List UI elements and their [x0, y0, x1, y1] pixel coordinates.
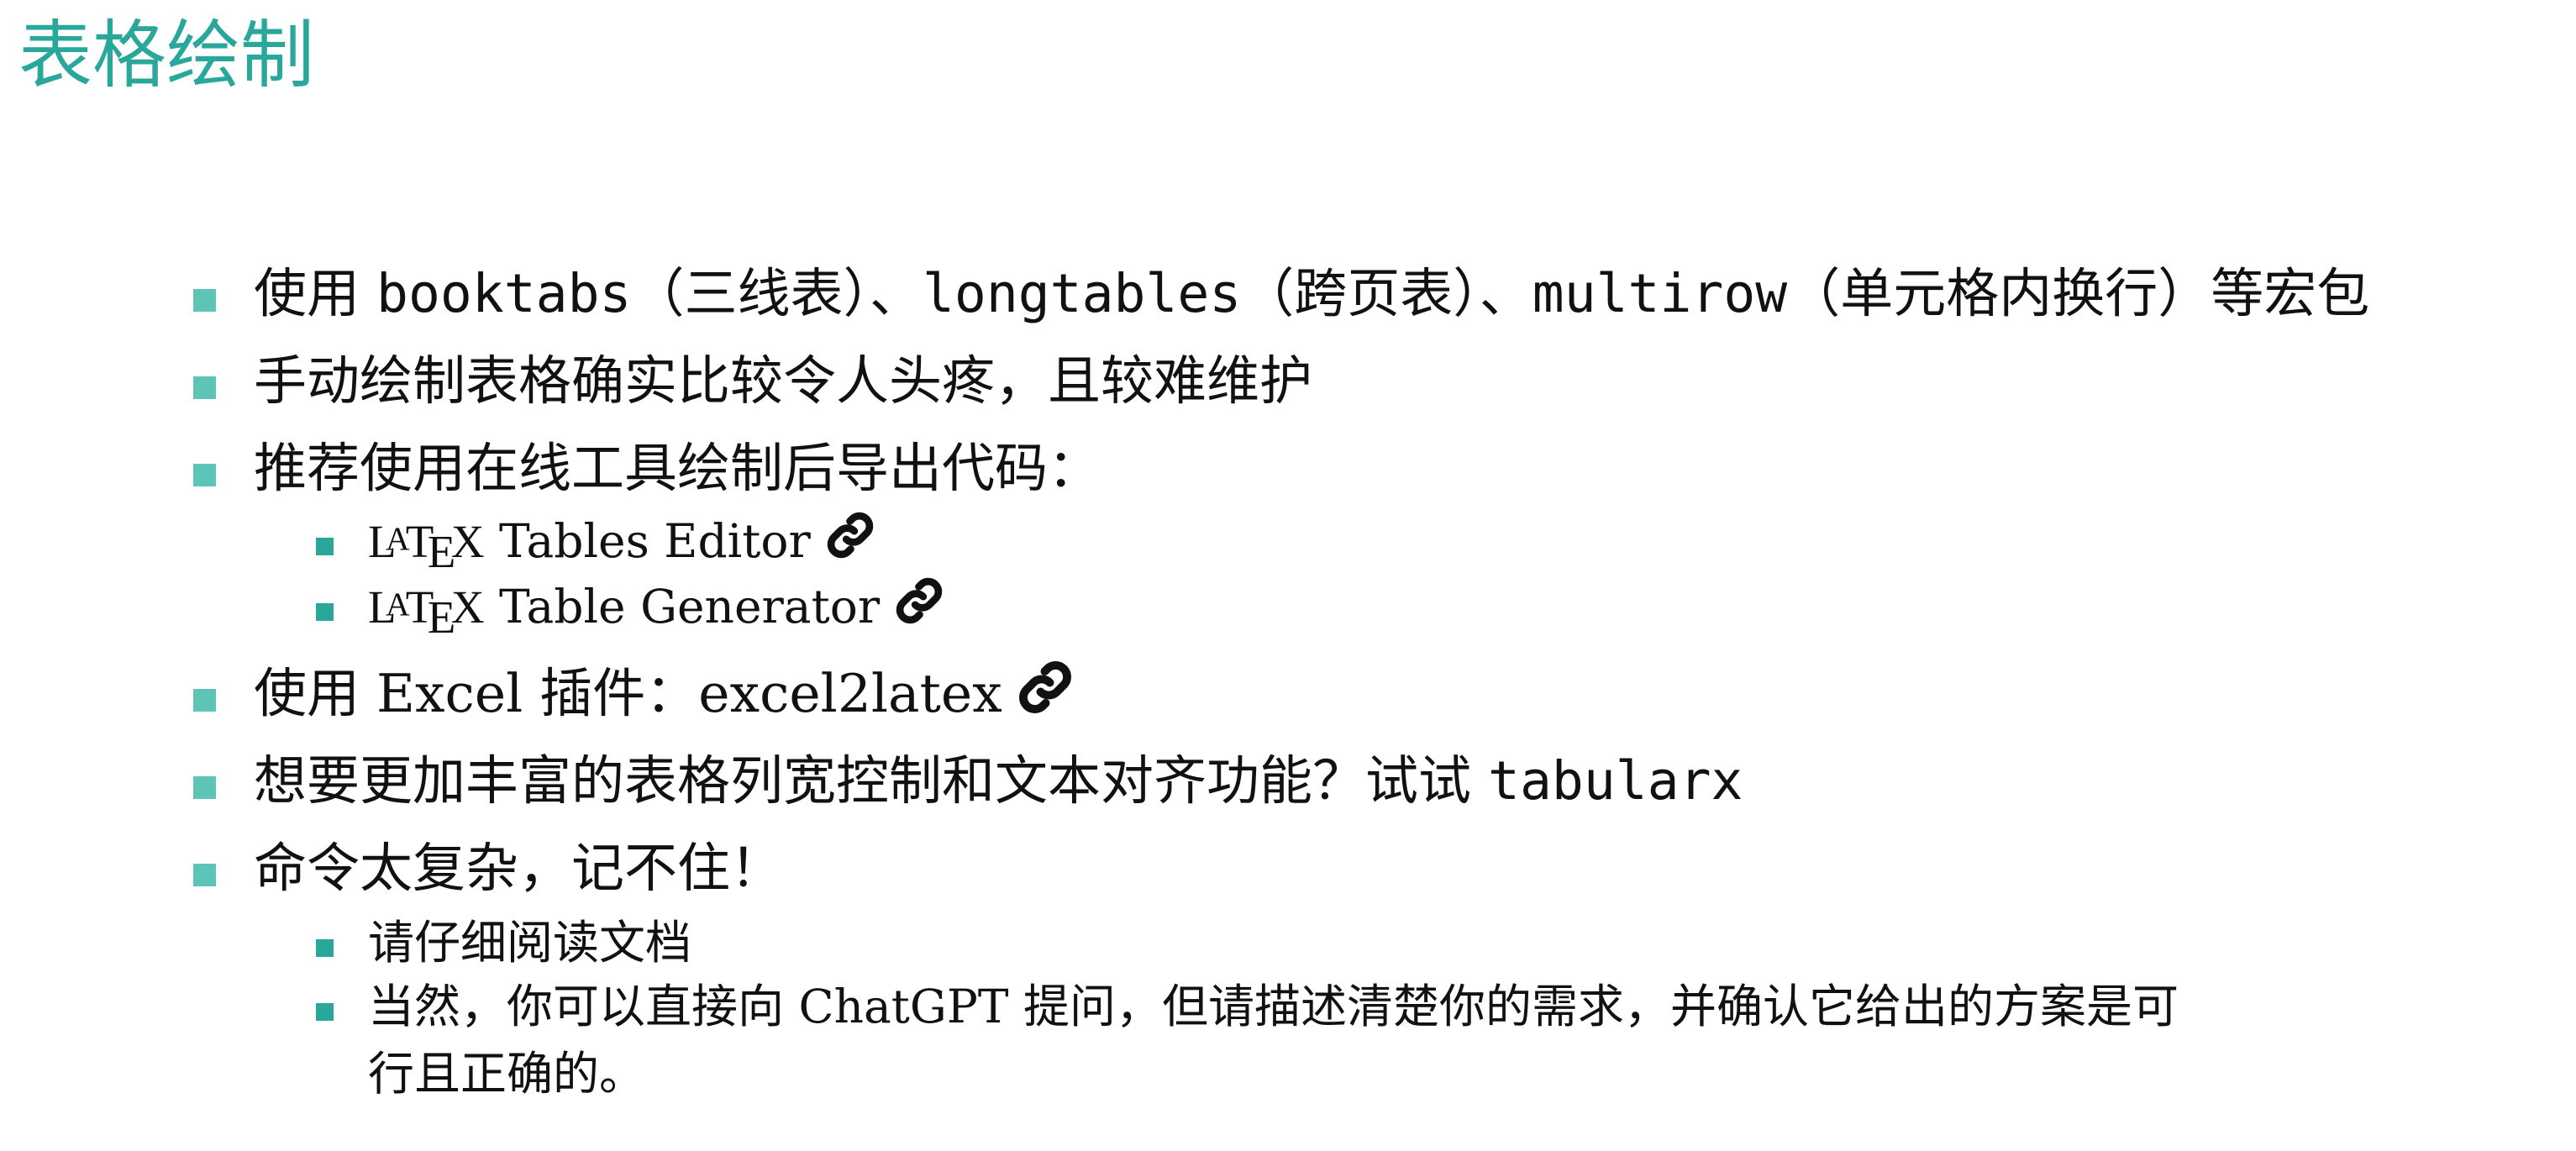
- link-text[interactable]: Tables Editor: [485, 514, 811, 568]
- list-item-commands: 命令太复杂，记不住！: [193, 827, 783, 911]
- square-bullet-icon: [193, 776, 216, 799]
- link-text[interactable]: Table Generator: [485, 580, 880, 633]
- text-segment: （单元格内换行）等宏包: [1787, 263, 2370, 324]
- square-bullet-icon: [316, 1003, 334, 1021]
- item-text-line: 行且正确的。: [368, 1047, 646, 1101]
- sub-item-table-generator: LATEX Table Generator: [316, 565, 944, 654]
- link-icon[interactable]: [1017, 655, 1073, 739]
- item-text-line: 当然，你可以直接向 ChatGPT 提问，但请描述清楚你的需求，并确认它给出的方…: [368, 980, 2179, 1033]
- sub-item-chatgpt: 当然，你可以直接向 ChatGPT 提问，但请描述清楚你的需求，并确认它给出的方…: [316, 964, 2179, 1107]
- square-bullet-icon: [193, 689, 216, 712]
- text-segment: （跨页表）、: [1241, 263, 1532, 324]
- list-item-manual: 手动绘制表格确实比较令人头疼，且较难维护: [193, 339, 1312, 423]
- link-icon[interactable]: [895, 567, 944, 651]
- item-text: LATEX Tables Editor: [368, 512, 875, 578]
- item-text: 请仔细阅读文档: [368, 916, 692, 970]
- package-tabularx: tabularx: [1488, 750, 1743, 812]
- square-bullet-icon: [316, 603, 334, 621]
- item-text: 当然，你可以直接向 ChatGPT 提问，但请描述清楚你的需求，并确认它给出的方…: [368, 964, 2179, 1107]
- text-segment: 想要更加丰富的表格列宽控制和文本对齐功能？试试: [254, 750, 1489, 812]
- package-longtables: longtables: [922, 263, 1242, 324]
- item-text: LATEX Table Generator: [368, 578, 944, 644]
- item-text: 手动绘制表格确实比较令人头疼，且较难维护: [254, 350, 1312, 412]
- square-bullet-icon: [193, 464, 216, 486]
- link-text[interactable]: 使用 Excel 插件：excel2latex: [254, 663, 1002, 724]
- list-item-excel: 使用 Excel 插件：excel2latex: [193, 652, 1073, 739]
- list-item-packages: 使用 booktabs（三线表）、longtables（跨页表）、multiro…: [193, 252, 2369, 336]
- item-text: 推荐使用在线工具绘制后导出代码：: [254, 438, 1101, 499]
- item-text: 使用 Excel 插件：excel2latex: [254, 660, 1073, 724]
- latex-logo: LATEX: [368, 581, 485, 644]
- list-item-tabularx: 想要更加丰富的表格列宽控制和文本对齐功能？试试 tabularx: [193, 739, 1743, 823]
- package-multirow: multirow: [1532, 263, 1788, 324]
- item-text: 使用 booktabs（三线表）、longtables（跨页表）、multiro…: [254, 263, 2369, 324]
- text-segment: 使用: [254, 263, 377, 324]
- text-segment: （三线表）、: [631, 263, 923, 324]
- list-item-online-tools: 推荐使用在线工具绘制后导出代码：: [193, 427, 1101, 511]
- bullet-list: 使用 booktabs（三线表）、longtables（跨页表）、multiro…: [0, 0, 2576, 1151]
- package-booktabs: booktabs: [376, 263, 632, 324]
- latex-logo: LATEX: [368, 516, 485, 578]
- square-bullet-icon: [193, 864, 216, 886]
- square-bullet-icon: [193, 289, 216, 312]
- square-bullet-icon: [316, 939, 334, 957]
- item-text: 命令太复杂，记不住！: [254, 838, 783, 899]
- square-bullet-icon: [316, 538, 334, 555]
- square-bullet-icon: [193, 376, 216, 399]
- item-text: 想要更加丰富的表格列宽控制和文本对齐功能？试试 tabularx: [254, 750, 1743, 812]
